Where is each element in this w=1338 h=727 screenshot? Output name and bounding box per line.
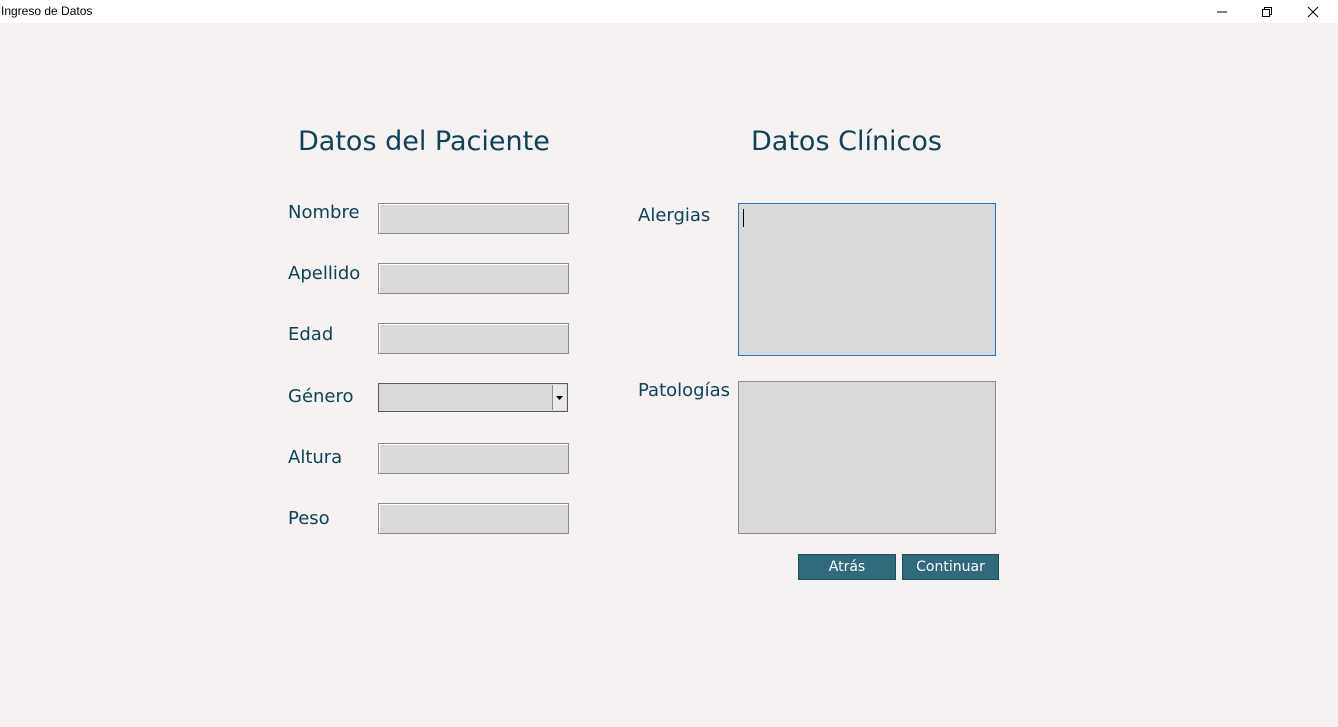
chevron-down-icon <box>556 395 563 400</box>
patologias-label: Patologías <box>638 380 730 401</box>
window-title-bar[interactable]: Ingreso de Datos <box>0 0 1338 23</box>
continue-button[interactable]: Continuar <box>902 554 999 580</box>
patient-section-title: Datos del Paciente <box>298 126 550 157</box>
window-title: Ingreso de Datos <box>1 4 93 18</box>
altura-label: Altura <box>288 447 343 468</box>
peso-label: Peso <box>288 508 330 529</box>
clinical-section-title: Datos Clínicos <box>751 126 942 157</box>
nombre-label: Nombre <box>288 202 360 223</box>
restore-button[interactable] <box>1244 0 1290 23</box>
nombre-input[interactable] <box>378 203 569 234</box>
text-caret <box>743 209 744 227</box>
alergias-label: Alergias <box>638 205 711 226</box>
restore-icon <box>1262 6 1272 17</box>
close-icon <box>1307 6 1319 17</box>
genero-dropdown-button[interactable] <box>552 385 566 410</box>
minimize-button[interactable] <box>1199 0 1245 23</box>
close-button[interactable] <box>1290 0 1336 23</box>
edad-label: Edad <box>288 324 334 345</box>
apellido-label: Apellido <box>288 263 361 284</box>
altura-input[interactable] <box>378 443 569 474</box>
back-button[interactable]: Atrás <box>798 554 896 580</box>
genero-select[interactable] <box>378 383 568 412</box>
minimize-icon <box>1217 11 1227 12</box>
genero-label: Género <box>288 386 354 407</box>
patologias-textarea[interactable] <box>738 381 996 534</box>
edad-input[interactable] <box>378 323 569 354</box>
peso-input[interactable] <box>378 503 569 534</box>
apellido-input[interactable] <box>378 263 569 294</box>
alergias-textarea[interactable] <box>738 203 996 356</box>
